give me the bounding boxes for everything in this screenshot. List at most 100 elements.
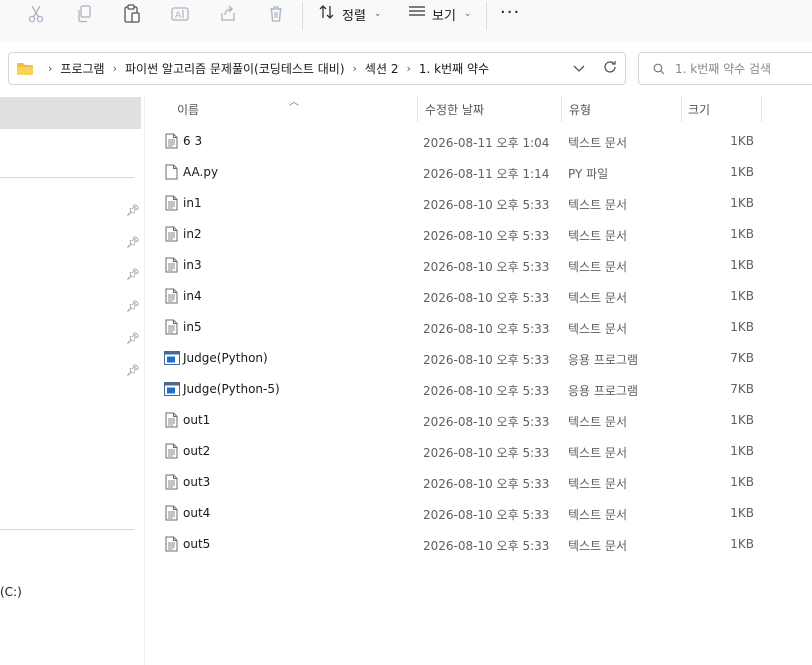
folder-icon: [16, 62, 34, 76]
paste-icon[interactable]: [120, 4, 144, 24]
breadcrumb-item[interactable]: 파이썬 알고리즘 문제풀이(코딩테스트 대비): [125, 60, 345, 77]
text-file-icon: [165, 536, 178, 552]
file-row[interactable]: out1 2026-08-10 오후 5:33 텍스트 문서 1KB: [145, 405, 812, 436]
file-type: 텍스트 문서: [568, 291, 628, 305]
address-bar[interactable]: › 프로그램 › 파이썬 알고리즘 문제풀이(코딩테스트 대비) › 섹션 2 …: [8, 52, 626, 85]
view-icon: [408, 5, 426, 23]
file-size: 1KB: [730, 134, 754, 148]
nav-item-drive-c[interactable]: (C:): [0, 585, 22, 599]
view-button[interactable]: 보기 ⌄: [408, 3, 471, 25]
pin-icon[interactable]: 📌︎: [126, 363, 140, 377]
app-icon: [164, 350, 180, 366]
chevron-right-icon[interactable]: ›: [406, 62, 410, 75]
pin-icon[interactable]: 📌︎: [126, 203, 140, 217]
pin-icon[interactable]: 📌︎: [126, 331, 140, 345]
column-divider[interactable]: [761, 96, 762, 122]
file-type: 텍스트 문서: [568, 446, 628, 460]
search-box[interactable]: 1. k번째 약수 검색: [638, 52, 812, 85]
file-type: 텍스트 문서: [568, 508, 628, 522]
file-date: 2026-08-10 오후 5:33: [423, 198, 550, 212]
column-divider[interactable]: [681, 96, 682, 122]
file-type: 응용 프로그램: [568, 353, 639, 367]
column-header-date[interactable]: 수정한 날짜: [425, 101, 484, 118]
column-divider[interactable]: [417, 96, 418, 122]
pin-icon[interactable]: 📌︎: [126, 267, 140, 281]
file-row[interactable]: 6 3 2026-08-11 오후 1:04 텍스트 문서 1KB: [145, 126, 812, 157]
file-row[interactable]: in3 2026-08-10 오후 5:33 텍스트 문서 1KB: [145, 250, 812, 281]
column-header-size[interactable]: 크기: [688, 101, 710, 118]
breadcrumb-item[interactable]: 섹션 2: [365, 60, 399, 77]
breadcrumb-item[interactable]: 1. k번째 약수: [419, 60, 489, 77]
file-name: in5: [183, 320, 202, 334]
file-row[interactable]: out5 2026-08-10 오후 5:33 텍스트 문서 1KB: [145, 529, 812, 560]
text-file-icon: [165, 474, 178, 490]
file-name: 6 3: [183, 134, 203, 148]
share-icon[interactable]: [216, 4, 240, 24]
file-row[interactable]: in2 2026-08-10 오후 5:33 텍스트 문서 1KB: [145, 219, 812, 250]
file-date: 2026-08-10 오후 5:33: [423, 446, 550, 460]
file-row[interactable]: in1 2026-08-10 오후 5:33 텍스트 문서 1KB: [145, 188, 812, 219]
toolbar-divider: [486, 2, 487, 30]
chevron-right-icon[interactable]: ›: [113, 62, 117, 75]
more-options-button[interactable]: ···: [500, 3, 520, 23]
file-name: in3: [183, 258, 202, 272]
file-row[interactable]: in5 2026-08-10 오후 5:33 텍스트 문서 1KB: [145, 312, 812, 343]
file-row[interactable]: out2 2026-08-10 오후 5:33 텍스트 문서 1KB: [145, 436, 812, 467]
file-date: 2026-08-11 오후 1:04: [423, 136, 550, 150]
file-row[interactable]: in4 2026-08-10 오후 5:33 텍스트 문서 1KB: [145, 281, 812, 312]
file-type: PY 파일: [568, 167, 609, 181]
file-row[interactable]: Judge(Python) 2026-08-10 오후 5:33 응용 프로그램 7K…: [145, 343, 812, 374]
cut-icon[interactable]: [24, 4, 48, 24]
file-type: 텍스트 문서: [568, 477, 628, 491]
pin-icon[interactable]: 📌︎: [126, 299, 140, 313]
file-name: out3: [183, 475, 211, 489]
file-row[interactable]: AA.py 2026-08-11 오후 1:14 PY 파일 1KB: [145, 157, 812, 188]
chevron-right-icon[interactable]: ›: [48, 62, 52, 75]
file-size: 1KB: [730, 475, 754, 489]
breadcrumb: › 프로그램 › 파이썬 알고리즘 문제풀이(코딩테스트 대비) › 섹션 2 …: [40, 60, 489, 77]
file-row[interactable]: out4 2026-08-10 오후 5:33 텍스트 문서 1KB: [145, 498, 812, 529]
column-header-type[interactable]: 유형: [569, 101, 591, 118]
copy-icon[interactable]: [72, 4, 96, 24]
file-name: Judge(Python): [183, 351, 268, 365]
file-type: 텍스트 문서: [568, 539, 628, 553]
column-header-name[interactable]: 이름: [177, 101, 199, 118]
file-type: 텍스트 문서: [568, 229, 628, 243]
history-dropdown-icon[interactable]: [573, 62, 585, 76]
pin-icon[interactable]: 📌︎: [126, 235, 140, 249]
file-date: 2026-08-10 오후 5:33: [423, 539, 550, 553]
file-size: 1KB: [730, 320, 754, 334]
nav-item-selected[interactable]: [0, 97, 141, 129]
file-name: in1: [183, 196, 202, 210]
text-file-icon: [165, 319, 178, 335]
text-file-icon: [165, 288, 178, 304]
file-name: AA.py: [183, 165, 219, 179]
file-type: 응용 프로그램: [568, 384, 639, 398]
file-row[interactable]: out3 2026-08-10 오후 5:33 텍스트 문서 1KB: [145, 467, 812, 498]
svg-text:A: A: [175, 11, 182, 21]
file-date: 2026-08-10 오후 5:33: [423, 260, 550, 274]
rename-icon[interactable]: A: [168, 4, 192, 24]
blank-file-icon: [165, 164, 178, 180]
command-bar: A 정렬 ⌄ 보기 ⌄ ···: [0, 0, 812, 42]
refresh-icon[interactable]: [603, 60, 617, 77]
chevron-right-icon[interactable]: ›: [353, 62, 357, 75]
breadcrumb-item[interactable]: 프로그램: [60, 60, 104, 77]
sort-label: 정렬: [342, 8, 366, 24]
file-size: 1KB: [730, 165, 754, 179]
sort-ascending-icon: ︿: [289, 97, 299, 108]
delete-icon[interactable]: [264, 4, 288, 24]
file-type: 텍스트 문서: [568, 198, 628, 212]
file-name: out4: [183, 506, 211, 520]
chevron-down-icon: ⌄: [373, 9, 382, 19]
file-name: in2: [183, 227, 202, 241]
sort-button[interactable]: 정렬 ⌄: [318, 3, 381, 25]
sort-icon: [318, 4, 336, 24]
column-divider[interactable]: [561, 96, 562, 122]
app-icon: [164, 381, 180, 397]
search-input[interactable]: 1. k번째 약수 검색: [675, 60, 771, 77]
file-size: 1KB: [730, 289, 754, 303]
file-row[interactable]: Judge(Python-5) 2026-08-10 오후 5:33 응용 프로그램…: [145, 374, 812, 405]
chevron-down-icon: ⌄: [463, 9, 472, 19]
text-file-icon: [165, 195, 178, 211]
